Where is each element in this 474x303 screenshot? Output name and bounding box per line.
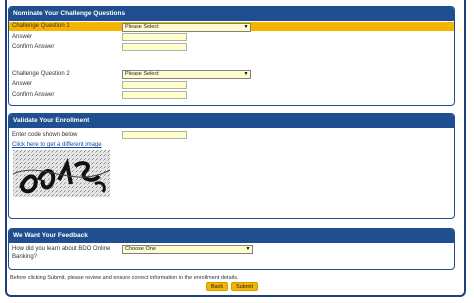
challenge-question-1-value: Please Select: [125, 24, 159, 30]
confirm-answer-2-label: Confirm Answer: [12, 92, 55, 98]
refresh-captcha-link[interactable]: Click here to get a different image: [12, 142, 102, 148]
feedback-source-value: Choose One: [125, 246, 156, 252]
challenge-question-2-select[interactable]: Please Select ▼: [122, 70, 251, 79]
captcha-graphic: [13, 150, 110, 197]
confirm-answer-1-label: Confirm Answer: [12, 44, 55, 50]
feedback-panel-title: We Want Your Feedback: [9, 229, 454, 243]
captcha-code-input[interactable]: [122, 131, 187, 139]
chevron-down-icon: ▼: [243, 24, 249, 31]
answer-2-label: Answer: [12, 81, 33, 87]
submit-button[interactable]: Submit: [231, 282, 258, 291]
feedback-source-select[interactable]: Choose One ▼: [122, 245, 253, 254]
feedback-panel: We Want Your Feedback How did you learn …: [8, 228, 455, 270]
challenge-question-2-label: Challenge Question 2: [12, 71, 70, 77]
validate-enrollment-panel: Validate Your Enrollment Enter code show…: [8, 113, 455, 219]
answer-1-input[interactable]: [122, 33, 187, 41]
chevron-down-icon: ▼: [245, 246, 251, 253]
enter-code-label: Enter code shown below: [12, 132, 78, 138]
back-button[interactable]: Back: [206, 282, 228, 291]
answer-1-label: Answer: [12, 34, 33, 40]
review-note: Before clicking Submit, please review an…: [10, 275, 239, 281]
validate-panel-title: Validate Your Enrollment: [9, 114, 454, 128]
confirm-answer-1-input[interactable]: [122, 43, 187, 51]
feedback-question-line1: How did you learn about BDO Online: [12, 246, 111, 252]
challenge-question-2-value: Please Select: [125, 71, 159, 77]
captcha-image: [13, 150, 110, 197]
chevron-down-icon: ▼: [243, 71, 249, 78]
feedback-question-line2: Banking?: [12, 254, 38, 260]
challenge-question-1-select[interactable]: Please Select ▼: [122, 23, 251, 32]
challenge-panel-title: Nominate Your Challenge Questions: [9, 7, 454, 21]
challenge-questions-panel: Nominate Your Challenge Questions Challe…: [8, 6, 455, 106]
answer-2-input[interactable]: [122, 81, 187, 89]
challenge-question-1-label: Challenge Question 1: [12, 23, 70, 29]
confirm-answer-2-input[interactable]: [122, 91, 187, 99]
